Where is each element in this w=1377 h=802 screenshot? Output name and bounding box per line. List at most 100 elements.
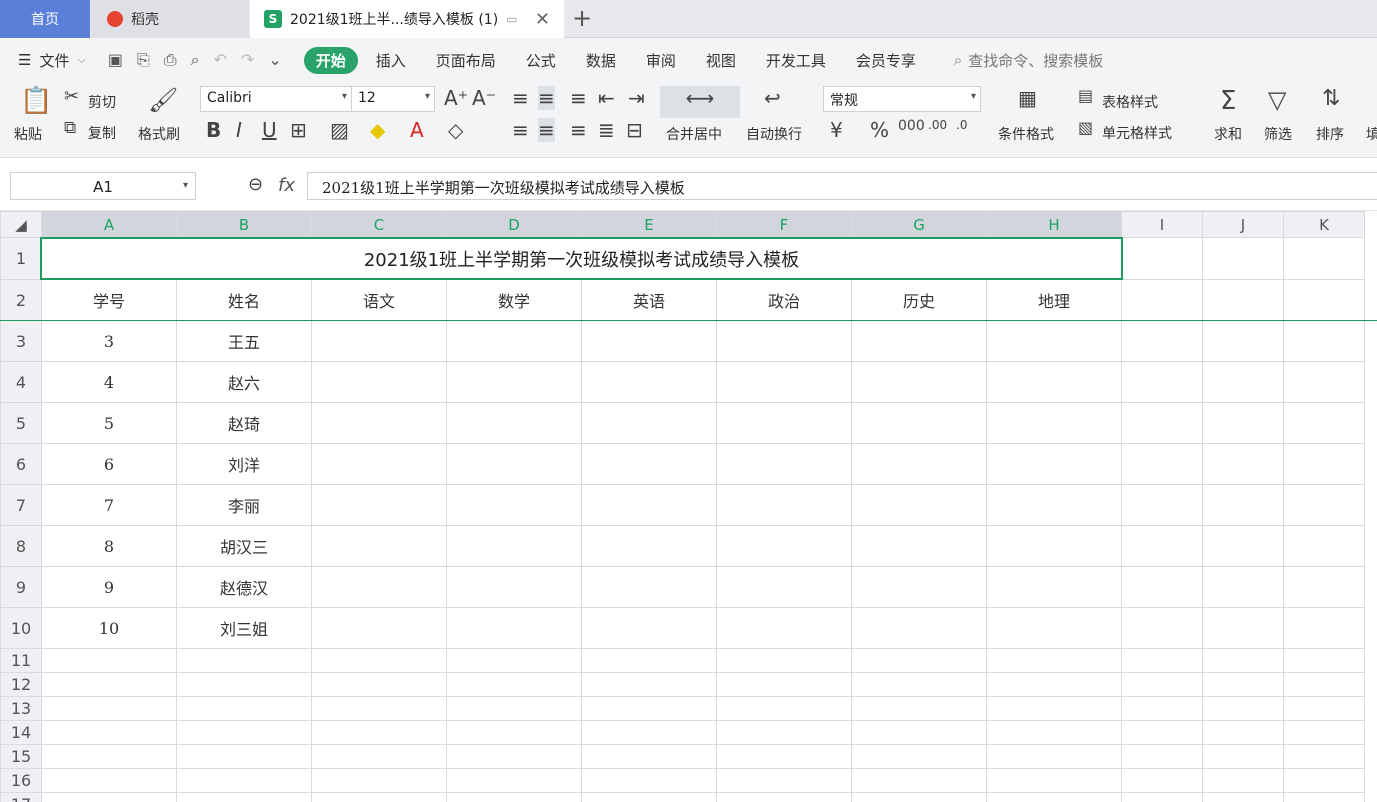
row-header[interactable]: 5 (0, 402, 42, 444)
paste-icon[interactable]: 📋 (20, 86, 52, 116)
cell[interactable] (581, 768, 717, 793)
cell[interactable] (986, 720, 1122, 745)
row-header[interactable]: 8 (0, 525, 42, 567)
cell[interactable] (446, 484, 582, 526)
cell[interactable] (851, 361, 987, 403)
cell[interactable] (1121, 792, 1203, 802)
font-size-select[interactable]: 12 ▾ (351, 86, 435, 112)
cell[interactable] (986, 744, 1122, 769)
cell[interactable] (581, 443, 717, 485)
cell[interactable] (1202, 607, 1284, 649)
cell[interactable] (716, 672, 852, 697)
table-cell[interactable]: 李丽 (176, 484, 312, 526)
conditional-format-button[interactable]: 条件格式 (998, 124, 1054, 144)
cell[interactable] (716, 792, 852, 802)
cell[interactable] (851, 566, 987, 608)
cell[interactable] (1202, 443, 1284, 485)
cell[interactable] (41, 768, 177, 793)
cell[interactable] (1283, 402, 1365, 444)
cell[interactable] (1202, 648, 1284, 673)
underline-icon[interactable]: U (262, 118, 277, 142)
row-header[interactable]: 3 (0, 320, 42, 362)
cell[interactable] (1283, 696, 1365, 721)
menu-member[interactable]: 会员专享 (856, 50, 916, 71)
cell[interactable] (1202, 768, 1284, 793)
cell[interactable] (1121, 648, 1203, 673)
paste-button[interactable]: 粘贴 (14, 124, 42, 144)
cell[interactable] (716, 484, 852, 526)
cell[interactable] (1202, 320, 1284, 362)
cell[interactable] (1121, 566, 1203, 608)
header-cell[interactable]: 地理 (986, 279, 1122, 321)
file-menu[interactable]: ☰ 文件 ⌵ (18, 50, 86, 71)
cell[interactable] (986, 768, 1122, 793)
table-cell[interactable]: 6 (41, 443, 177, 485)
cell[interactable] (986, 443, 1122, 485)
cell[interactable] (446, 525, 582, 567)
cell[interactable] (986, 525, 1122, 567)
tab-home[interactable]: 首页 (0, 0, 90, 38)
cell[interactable] (1202, 744, 1284, 769)
align-bottom-icon[interactable]: ≡ (570, 86, 587, 110)
formula-input[interactable]: 2021级1班上半学期第一次班级模拟考试成绩导入模板 (307, 172, 1377, 200)
cell[interactable] (1202, 792, 1284, 802)
cell[interactable] (1283, 443, 1365, 485)
cell[interactable] (41, 648, 177, 673)
cell[interactable] (986, 361, 1122, 403)
cell[interactable] (446, 648, 582, 673)
cell[interactable] (1121, 525, 1203, 567)
menu-data[interactable]: 数据 (586, 50, 616, 71)
row-header[interactable]: 2 (0, 279, 42, 321)
print-icon[interactable]: ⎙ (164, 50, 177, 70)
cell[interactable] (581, 484, 717, 526)
fill-pattern-icon[interactable]: ▨ (330, 118, 349, 142)
cell[interactable] (1121, 443, 1203, 485)
column-header[interactable]: I (1121, 211, 1203, 238)
column-header[interactable]: K (1283, 211, 1365, 238)
cell[interactable] (851, 525, 987, 567)
cell-style-button[interactable]: 单元格样式 (1102, 123, 1172, 143)
cell[interactable] (446, 566, 582, 608)
cell[interactable] (1121, 720, 1203, 745)
cell[interactable] (446, 320, 582, 362)
cell[interactable] (581, 792, 717, 802)
increase-font-icon[interactable]: A⁺ (444, 86, 468, 110)
cell[interactable] (311, 720, 447, 745)
cell[interactable] (1121, 672, 1203, 697)
thousands-icon[interactable]: 000 (898, 118, 925, 134)
cell[interactable] (986, 566, 1122, 608)
cell[interactable] (1121, 696, 1203, 721)
cell[interactable] (1283, 525, 1365, 567)
row-header[interactable]: 15 (0, 744, 42, 769)
cell[interactable] (311, 443, 447, 485)
cell[interactable] (1202, 696, 1284, 721)
cell[interactable] (446, 443, 582, 485)
align-middle-icon[interactable]: ≡ (538, 86, 555, 110)
cell[interactable] (311, 525, 447, 567)
cell[interactable] (716, 696, 852, 721)
cell[interactable] (446, 768, 582, 793)
cell[interactable] (1202, 484, 1284, 526)
column-header[interactable]: H (986, 211, 1122, 238)
cell[interactable] (1283, 279, 1365, 321)
cell[interactable] (851, 696, 987, 721)
cut-button[interactable]: 剪切 (88, 92, 116, 112)
header-cell[interactable]: 政治 (716, 279, 852, 321)
save-icon[interactable]: ▣ (108, 50, 123, 70)
cell[interactable] (986, 402, 1122, 444)
cell[interactable] (446, 696, 582, 721)
cell[interactable] (1121, 237, 1203, 280)
sum-button[interactable]: 求和 (1214, 124, 1242, 144)
row-header[interactable]: 6 (0, 443, 42, 485)
cell[interactable] (446, 607, 582, 649)
cell[interactable] (716, 648, 852, 673)
table-cell[interactable]: 胡汉三 (176, 525, 312, 567)
row-header[interactable]: 17 (0, 792, 42, 802)
cell[interactable] (1283, 744, 1365, 769)
table-cell[interactable]: 7 (41, 484, 177, 526)
header-cell[interactable]: 语文 (311, 279, 447, 321)
row-header[interactable]: 10 (0, 607, 42, 649)
cell[interactable] (716, 566, 852, 608)
cell[interactable] (176, 696, 312, 721)
table-cell[interactable]: 9 (41, 566, 177, 608)
